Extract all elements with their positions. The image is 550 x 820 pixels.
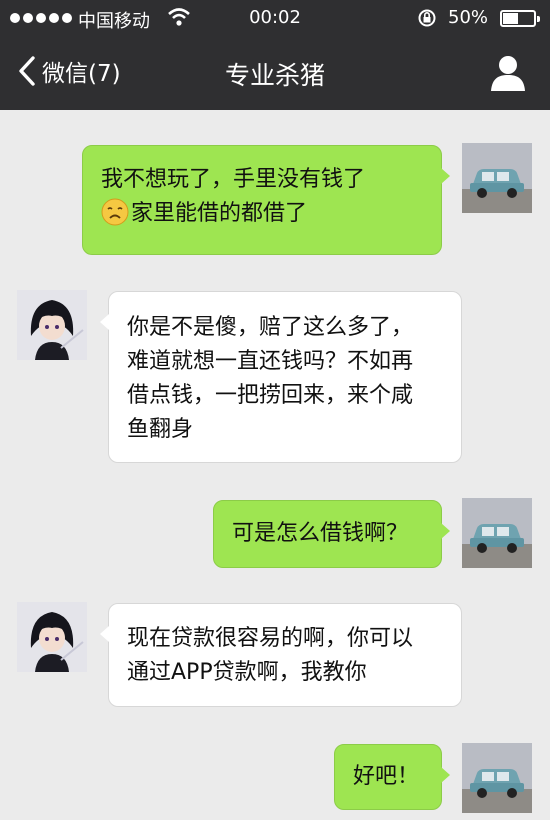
message-bubble-5[interactable]: 好吧！ — [334, 744, 450, 810]
rotation-lock-icon — [418, 9, 436, 27]
contact-avatar[interactable] — [17, 290, 87, 360]
my-avatar[interactable] — [462, 498, 532, 568]
message-bubble-4[interactable]: 现在贷款很容易的啊，你可以 通过APP贷款啊，我教你 — [100, 603, 462, 707]
message-text-line: 通过APP贷款啊，我教你 — [127, 660, 367, 685]
battery-percentage: 50% — [448, 7, 489, 28]
message-text-line: 你是不是傻，赔了这么多了， — [127, 315, 414, 340]
message-bubble-3[interactable]: 可是怎么借钱啊？ — [213, 500, 450, 568]
message-text-line: 可是怎么借钱啊？ — [232, 521, 409, 546]
car-avatar-image — [462, 498, 532, 568]
message-text-line: 难道就想一直还钱吗？不如再 — [127, 349, 414, 374]
message-text-line: 借点钱，一把捞回来，来个咸 — [127, 383, 414, 408]
message-text-line: 鱼翻身 — [127, 417, 194, 442]
my-avatar[interactable] — [462, 743, 532, 813]
anime-avatar-image — [17, 602, 87, 672]
sad-face-emoji-icon — [101, 198, 129, 226]
status-bar: 中国移动 00:02 50% — [0, 0, 550, 36]
message-text-line: 好吧！ — [353, 764, 420, 789]
anime-avatar-image — [17, 290, 87, 360]
chat-title: 专业杀猪 — [224, 61, 325, 90]
message-text-line: 家里能借的都借了 — [131, 201, 308, 226]
car-avatar-image — [462, 143, 532, 213]
battery-icon — [500, 10, 540, 27]
profile-icon[interactable] — [488, 54, 528, 92]
message-bubble-1[interactable]: 我不想玩了，手里没有钱了 家里能借的都借了 — [82, 145, 450, 255]
message-text-line: 现在贷款很容易的啊，你可以 — [127, 626, 414, 651]
car-avatar-image — [462, 743, 532, 813]
contact-avatar[interactable] — [17, 602, 87, 672]
message-bubble-2[interactable]: 你是不是傻，赔了这么多了， 难道就想一直还钱吗？不如再 借点钱，一把捞回来，来个… — [100, 291, 462, 463]
chat-nav-bar: 微信(7) 专业杀猪 — [0, 36, 550, 110]
my-avatar[interactable] — [462, 143, 532, 213]
message-text-line: 我不想玩了，手里没有钱了 — [101, 167, 366, 192]
battery-fill — [503, 13, 518, 24]
